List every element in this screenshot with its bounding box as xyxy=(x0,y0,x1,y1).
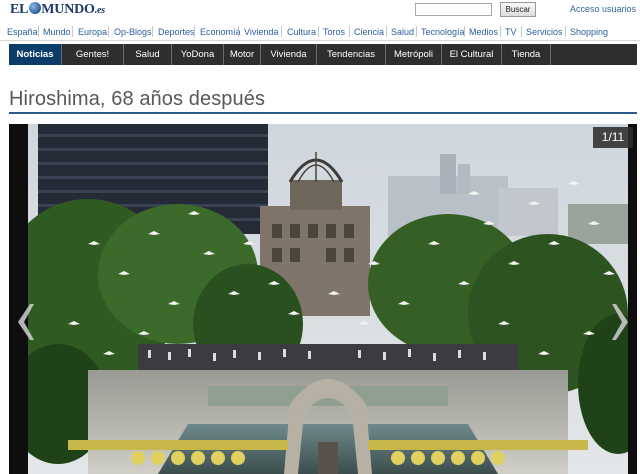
section-link-tv[interactable]: TV xyxy=(505,27,517,37)
section-link-medios[interactable]: Medios xyxy=(469,27,498,37)
divider xyxy=(238,26,239,37)
divider xyxy=(386,26,387,37)
gallery-next-button[interactable] xyxy=(610,300,634,344)
divider xyxy=(416,26,417,37)
divider xyxy=(152,26,153,37)
divider xyxy=(464,26,465,37)
divider xyxy=(565,26,566,37)
divider xyxy=(72,26,73,37)
chevron-left-icon xyxy=(18,304,34,340)
divider xyxy=(500,26,501,37)
divider xyxy=(318,26,319,37)
section-link-cultura[interactable]: Cultura xyxy=(287,27,316,37)
title-divider xyxy=(9,112,637,114)
divider xyxy=(550,44,551,65)
tab-tendencias[interactable]: Tendencias xyxy=(317,44,385,65)
section-link-economia[interactable]: Economía xyxy=(200,27,241,37)
page-title: Hiroshima, 68 años después xyxy=(9,88,266,110)
section-link-vivienda[interactable]: Vivienda xyxy=(244,27,278,37)
section-links: España Mundo Europa Op-Blogs Deportes Ec… xyxy=(0,24,640,41)
divider xyxy=(349,26,350,37)
gallery-counter: 1/11 xyxy=(593,127,633,148)
photo-gallery: 1/11 xyxy=(9,124,637,474)
logo-tld: .es xyxy=(94,5,105,16)
section-link-mundo[interactable]: Mundo xyxy=(43,27,71,37)
logo-text-el: EL xyxy=(10,2,29,17)
tab-yodona[interactable]: YoDona xyxy=(172,44,223,65)
photo-illustration xyxy=(28,124,628,474)
divider xyxy=(281,26,282,37)
tab-tienda[interactable]: Tienda xyxy=(502,44,550,65)
tab-gentes[interactable]: Gentes! xyxy=(62,44,123,65)
section-link-salud[interactable]: Salud xyxy=(391,27,414,37)
section-link-deportes[interactable]: Deportes xyxy=(158,27,195,37)
tab-noticias[interactable]: Noticias xyxy=(9,44,61,65)
login-link[interactable]: Acceso usuarios xyxy=(570,4,636,14)
section-link-europa[interactable]: Europa xyxy=(78,27,107,37)
search-button[interactable]: Buscar xyxy=(500,2,536,17)
globe-icon xyxy=(29,2,42,14)
section-link-ciencia[interactable]: Ciencia xyxy=(354,27,384,37)
search-input[interactable] xyxy=(415,3,492,16)
gallery-photo[interactable] xyxy=(28,124,628,474)
logo-text-mundo: MUNDO xyxy=(41,2,95,17)
section-link-opblogs[interactable]: Op-Blogs xyxy=(114,27,152,37)
divider xyxy=(194,26,195,37)
section-link-toros[interactable]: Toros xyxy=(323,27,345,37)
section-link-tecnologia[interactable]: Tecnología xyxy=(421,27,465,37)
site-logo[interactable]: EL MUNDO.es xyxy=(10,2,105,18)
tab-vivienda[interactable]: Vivienda xyxy=(261,44,316,65)
tab-salud[interactable]: Salud xyxy=(124,44,171,65)
divider xyxy=(521,26,522,37)
top-bar: EL MUNDO.es Buscar Acceso usuarios xyxy=(0,0,640,22)
divider xyxy=(108,26,109,37)
section-link-shopping[interactable]: Shopping xyxy=(570,27,608,37)
tab-metropoli[interactable]: Metrópoli xyxy=(386,44,441,65)
divider xyxy=(38,26,39,37)
section-link-servicios[interactable]: Servicios xyxy=(526,27,563,37)
tab-el-cultural[interactable]: El Cultural xyxy=(442,44,501,65)
tab-motor[interactable]: Motor xyxy=(224,44,260,65)
main-nav: Noticias Gentes! Salud YoDona Motor Vivi… xyxy=(9,44,637,65)
section-link-espana[interactable]: España xyxy=(7,27,38,37)
chevron-right-icon xyxy=(612,304,628,340)
gallery-prev-button[interactable] xyxy=(12,300,36,344)
